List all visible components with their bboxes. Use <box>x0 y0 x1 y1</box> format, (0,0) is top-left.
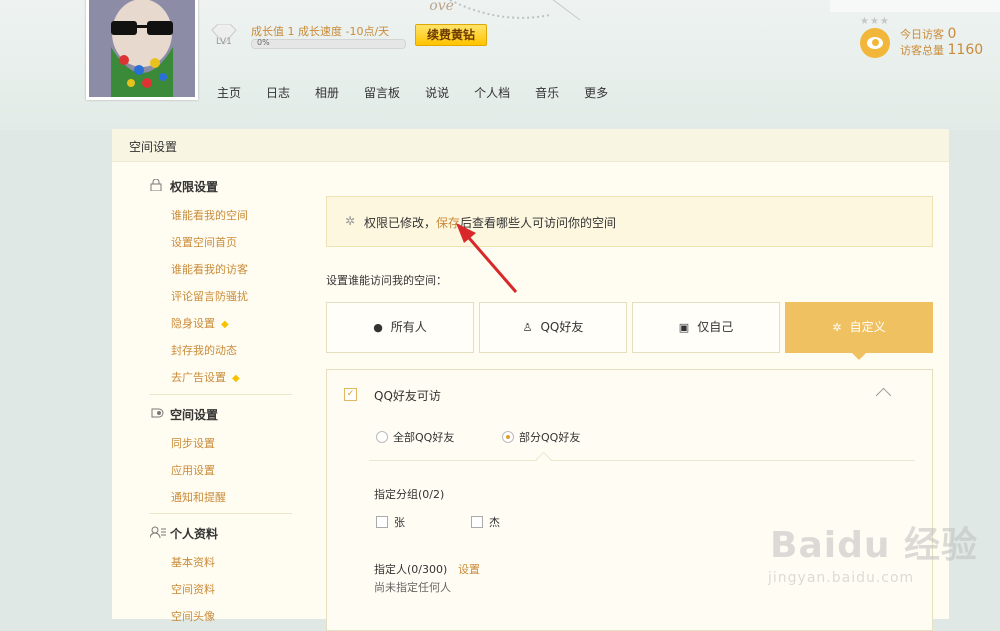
gear-icon: ✲ <box>345 214 356 228</box>
sidebar-item-apps[interactable]: 应用设置 <box>171 462 215 478</box>
nav-album[interactable]: 相册 <box>315 84 339 101</box>
notice-text-before: 权限已修改， <box>364 216 437 230</box>
group-checkbox-jie[interactable] <box>471 516 483 528</box>
access-option-custom[interactable]: ✲ 自定义 <box>785 302 933 353</box>
total-visitors-count: 1160 <box>947 42 984 58</box>
today-visitors: 今日访客 0 <box>900 26 956 42</box>
growth-progress-bar: 0% <box>251 38 406 49</box>
radio-all-friends[interactable] <box>376 431 388 443</box>
renew-yellow-diamond-button[interactable]: 续费黄钻 <box>415 24 487 46</box>
yellow-diamond-icon: ◆ <box>232 373 240 384</box>
inner-divider <box>369 460 915 461</box>
main-nav: 主页 日志 相册 留言板 说说 个人档 音乐 更多 <box>217 84 633 101</box>
header-top-strip <box>830 0 1000 12</box>
globe-icon: ● <box>373 321 383 334</box>
qq-friends-label: QQ好友可访 <box>374 389 441 403</box>
sidebar-divider <box>149 513 292 514</box>
sidebar-group-space: 空间设置 <box>170 408 219 422</box>
save-link[interactable]: 保存 <box>436 216 460 230</box>
nav-guestbook[interactable]: 留言板 <box>364 84 400 101</box>
sidebar-item-archive-feed[interactable]: 封存我的动态 <box>171 342 237 358</box>
sidebar-item-remove-ads-label: 去广告设置 <box>171 371 226 384</box>
sidebar-group-profile: 个人资料 <box>170 527 219 541</box>
sidebar-item-who-can-view[interactable]: 谁能看我的空间 <box>171 207 248 223</box>
group-label: 指定分组(0/2) <box>374 488 445 501</box>
yellow-diamond-icon: ◆ <box>221 319 229 330</box>
person-none-text: 尚未指定任何人 <box>374 581 451 594</box>
access-option-qq-friends-label: QQ好友 <box>540 320 584 334</box>
radio-all-friends-label: 全部QQ好友 <box>393 431 455 444</box>
space-icon <box>151 408 164 418</box>
nav-shuoshuo[interactable]: 说说 <box>425 84 449 101</box>
person-set-link[interactable]: 设置 <box>458 561 480 577</box>
inner-pointer <box>535 451 552 468</box>
sidebar-item-space-info[interactable]: 空间资料 <box>171 581 215 597</box>
access-option-custom-label: 自定义 <box>849 320 886 334</box>
nav-home[interactable]: 主页 <box>217 84 241 101</box>
chevron-up-icon[interactable] <box>875 387 892 404</box>
eye-icon <box>860 28 890 58</box>
stars-icon: ★★★ <box>860 16 890 27</box>
access-option-only-me[interactable]: ▣ 仅自己 <box>632 302 780 353</box>
nav-profile[interactable]: 个人档 <box>474 84 510 101</box>
sidebar-item-remove-ads[interactable]: 去广告设置 ◆ <box>171 369 240 385</box>
avatar[interactable] <box>86 0 198 100</box>
sidebar-item-space-avatar[interactable]: 空间头像 <box>171 608 215 624</box>
growth-info: 成长值 1 成长速度 -10点/天 <box>251 25 390 38</box>
group-zhang-label: 张 <box>394 516 405 529</box>
today-visitors-count: 0 <box>947 26 957 42</box>
panel-header: 空间设置 <box>112 129 949 162</box>
total-visitors-label: 访客总量 <box>900 44 944 57</box>
sidebar-item-basic-info[interactable]: 基本资料 <box>171 554 215 570</box>
watermark-brand: Baidu 经验 <box>770 525 979 566</box>
sidebar-item-sync[interactable]: 同步设置 <box>171 435 215 451</box>
baidu-watermark: Baidu 经验 jingyan.baidu.com <box>762 498 992 598</box>
group-jie-label: 杰 <box>489 516 500 529</box>
lock-icon: ▣ <box>678 321 690 334</box>
access-option-everyone-label: 所有人 <box>390 320 427 334</box>
access-option-qq-friends[interactable]: ♙ QQ好友 <box>479 302 627 353</box>
notice-text: 权限已修改，保存后查看哪些人可访问你的空间 <box>364 214 616 231</box>
total-visitors: 访客总量 1160 <box>900 42 983 58</box>
friends-icon: ♙ <box>522 321 533 334</box>
permission-notice: ✲ 权限已修改，保存后查看哪些人可访问你的空间 <box>326 196 933 247</box>
lock-icon <box>150 179 162 191</box>
gear-icon: ✲ <box>832 321 842 334</box>
access-option-only-me-label: 仅自己 <box>697 320 734 334</box>
panel-title: 空间设置 <box>129 140 178 154</box>
profile-icon <box>150 526 166 538</box>
sidebar-item-anti-harassment[interactable]: 评论留言防骚扰 <box>171 288 248 304</box>
avatar-image <box>89 0 195 97</box>
decoration-text: Love <box>430 0 454 14</box>
sidebar-item-notifications[interactable]: 通知和提醒 <box>171 489 226 505</box>
radio-part-friends-label: 部分QQ好友 <box>519 431 581 444</box>
sidebar-item-invisible[interactable]: 隐身设置 ◆ <box>171 315 229 331</box>
qq-friends-checkbox[interactable]: ✓ <box>344 388 357 401</box>
sidebar-divider <box>149 394 292 395</box>
nav-blog[interactable]: 日志 <box>266 84 290 101</box>
notice-text-after: 后查看哪些人可访问你的空间 <box>460 216 617 230</box>
selected-option-pointer <box>850 351 868 360</box>
sidebar-group-permission: 权限设置 <box>170 180 219 194</box>
level-text: LV1 <box>216 37 232 47</box>
radio-part-friends[interactable] <box>502 431 514 443</box>
today-visitors-label: 今日访客 <box>900 28 944 41</box>
sidebar-item-set-homepage[interactable]: 设置空间首页 <box>171 234 237 250</box>
sidebar-item-who-sees-visitors[interactable]: 谁能看我的访客 <box>171 261 248 277</box>
access-option-everyone[interactable]: ● 所有人 <box>326 302 474 353</box>
group-checkbox-zhang[interactable] <box>376 516 388 528</box>
growth-progress-label: 0% <box>257 38 270 47</box>
person-label: 指定人(0/300) <box>374 563 448 576</box>
nav-more[interactable]: 更多 <box>584 84 608 101</box>
nav-music[interactable]: 音乐 <box>535 84 559 101</box>
access-setting-label: 设置谁能访问我的空间： <box>326 274 447 287</box>
sidebar-item-invisible-label: 隐身设置 <box>171 317 215 330</box>
visitor-stats[interactable]: ★★★ 今日访客 0 访客总量 1160 <box>856 16 996 64</box>
watermark-url: jingyan.baidu.com <box>768 570 915 586</box>
